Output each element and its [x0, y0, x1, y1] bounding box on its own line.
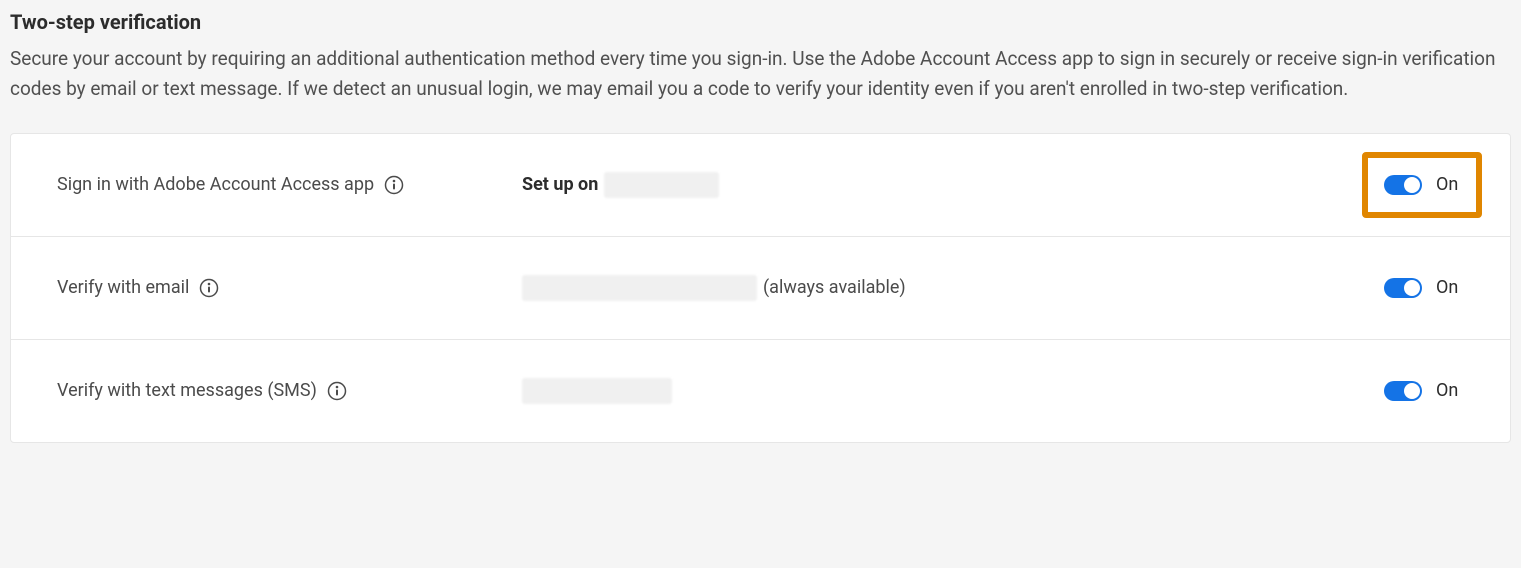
row-verify-email: Verify with email (always available) On: [11, 236, 1510, 339]
row-label: Sign in with Adobe Account Access app: [57, 174, 374, 195]
row-label-col: Sign in with Adobe Account Access app: [57, 174, 522, 195]
row-adobe-account-access: Sign in with Adobe Account Access app Se…: [11, 134, 1510, 236]
row-value-col: Set up on: [522, 172, 1384, 198]
toggle-col: On: [1384, 277, 1464, 298]
row-value-col: (always available): [522, 275, 1384, 301]
toggle-verify-sms[interactable]: [1384, 381, 1422, 401]
row-label-col: Verify with text messages (SMS): [57, 380, 522, 401]
toggle-col: On: [1384, 174, 1464, 195]
info-icon[interactable]: [384, 175, 404, 195]
section-title: Two-step verification: [10, 10, 1511, 34]
toggle-state-label: On: [1436, 277, 1464, 298]
two-step-panel: Sign in with Adobe Account Access app Se…: [10, 133, 1511, 443]
toggle-col: On: [1384, 380, 1464, 401]
setup-prefix: Set up on: [522, 174, 598, 195]
row-value-col: [522, 378, 1384, 404]
info-icon[interactable]: [327, 381, 347, 401]
section-description: Secure your account by requiring an addi…: [10, 44, 1510, 105]
toggle-verify-email[interactable]: [1384, 278, 1422, 298]
redacted-value: [522, 275, 757, 301]
redacted-value: [604, 172, 719, 198]
toggle-adobe-account-access[interactable]: [1384, 175, 1422, 195]
row-label: Verify with email: [57, 277, 189, 298]
toggle-state-label: On: [1436, 380, 1464, 401]
row-label-col: Verify with email: [57, 277, 522, 298]
toggle-state-label: On: [1436, 174, 1464, 195]
row-verify-sms: Verify with text messages (SMS) On: [11, 339, 1510, 442]
redacted-value: [522, 378, 672, 404]
info-icon[interactable]: [199, 278, 219, 298]
always-available-note: (always available): [763, 277, 906, 298]
row-label: Verify with text messages (SMS): [57, 380, 317, 401]
